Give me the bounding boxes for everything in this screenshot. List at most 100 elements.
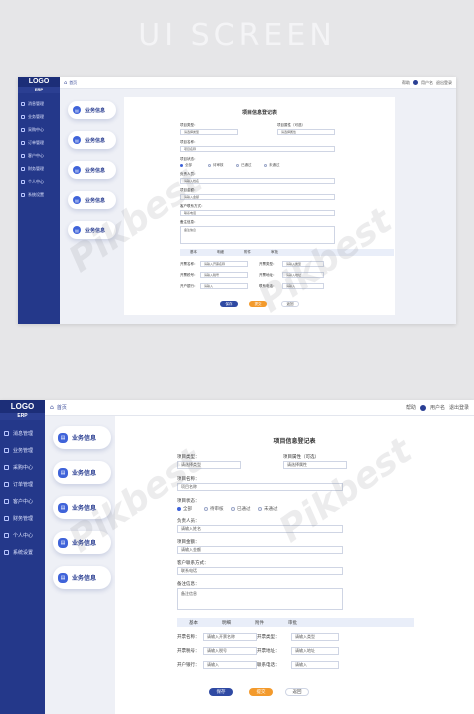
business-card[interactable]: ▤ 业务信息: [53, 496, 111, 519]
breadcrumb-label: 首页: [69, 79, 78, 85]
tab-item[interactable]: 附件: [243, 620, 276, 626]
sidebar-item[interactable]: 业务管理: [0, 442, 45, 459]
save-button[interactable]: 保存: [220, 301, 238, 307]
business-card[interactable]: ▤ 业务信息: [53, 566, 111, 589]
business-card[interactable]: ▤ 业务信息: [53, 461, 111, 484]
business-card[interactable]: ▤ 业务信息: [68, 191, 116, 209]
logout-link[interactable]: 退出登录: [436, 80, 452, 86]
remark-textarea[interactable]: 备注信息: [177, 588, 343, 610]
owner-input[interactable]: 请输入姓名: [180, 178, 335, 184]
sub-label: 开票类型：: [257, 635, 280, 640]
sidebar-item[interactable]: 消息管理: [18, 97, 60, 110]
form-panel: 项目信息登记表 项目类型： 项目属性（可选） 请选择类型 请选择属性 项目名称：…: [115, 416, 474, 714]
business-card[interactable]: ▤ 业务信息: [68, 161, 116, 179]
sidebar-item[interactable]: 消息管理: [0, 425, 45, 442]
cancel-button[interactable]: 返回: [281, 301, 299, 307]
type-select[interactable]: 请选择类型: [177, 461, 241, 469]
tab-item[interactable]: 附件: [234, 250, 261, 255]
breadcrumb[interactable]: ⌂ 首页: [64, 80, 77, 86]
sub-input[interactable]: 请输入: [203, 661, 257, 669]
wallet-icon: [21, 166, 25, 171]
sub-input[interactable]: 请输入税号: [203, 647, 257, 655]
status-radio[interactable]: 已通过: [231, 506, 251, 512]
amount-input[interactable]: 请输入金额: [177, 546, 343, 554]
radio-label: 待审核: [213, 163, 224, 167]
tab-item[interactable]: 基本: [177, 620, 210, 626]
tab-item[interactable]: 明细: [207, 250, 234, 255]
label-contact: 客户联系方式：: [177, 561, 209, 566]
attr-select[interactable]: 请选择属性: [277, 129, 335, 135]
user-name[interactable]: 用户名: [430, 404, 445, 411]
sub-tabs: 基本 明细 附件 审批: [177, 618, 414, 627]
sub-input[interactable]: 请输入: [282, 283, 324, 289]
sidebar-item[interactable]: 业务管理: [18, 110, 60, 123]
status-radio[interactable]: 待审核: [204, 506, 224, 512]
status-radio[interactable]: 未通过: [258, 506, 278, 512]
sidebar-item[interactable]: 客户中心: [0, 493, 45, 510]
submit-button[interactable]: 提交: [249, 301, 267, 307]
sub-input[interactable]: 请输入类型: [282, 261, 324, 267]
business-card[interactable]: ▤ 业务信息: [68, 221, 116, 239]
submit-button[interactable]: 提交: [249, 688, 273, 696]
attr-select[interactable]: 请选择属性: [283, 461, 347, 469]
tab-item[interactable]: 明细: [210, 620, 243, 626]
sub-input[interactable]: 请输入地址: [282, 272, 324, 278]
owner-input[interactable]: 请输入姓名: [177, 525, 343, 533]
name-input[interactable]: 项目名称: [180, 146, 335, 152]
form-panel: 项目信息登记表 项目类型： 项目属性（可选） 请选择类型 请选择属性 项目名称：…: [124, 97, 395, 315]
sub-input[interactable]: 请输入地址: [291, 647, 339, 655]
contact-input[interactable]: 联系电话: [177, 567, 343, 575]
sub-input[interactable]: 请输入开票名称: [203, 633, 257, 641]
avatar[interactable]: [413, 80, 418, 85]
order-icon: [4, 482, 9, 487]
business-card[interactable]: ▤ 业务信息: [53, 531, 111, 554]
sidebar-item[interactable]: 订单管理: [18, 136, 60, 149]
business-card[interactable]: ▤ 业务信息: [68, 101, 116, 119]
sidebar-item[interactable]: 订单管理: [0, 476, 45, 493]
amount-input[interactable]: 请输入金额: [180, 194, 335, 200]
status-radio[interactable]: 已通过: [236, 163, 252, 168]
business-card[interactable]: ▤ 业务信息: [68, 131, 116, 149]
tab-item[interactable]: 基本: [180, 250, 207, 255]
breadcrumb[interactable]: ⌂ 首页: [50, 404, 67, 411]
name-input[interactable]: 项目名称: [177, 483, 343, 491]
sidebar-item-label: 财务管理: [13, 516, 34, 522]
contact-input[interactable]: 联系电话: [180, 210, 335, 216]
label-remark: 备注信息：: [177, 582, 200, 587]
sub-input[interactable]: 请输入: [200, 283, 248, 289]
logout-link[interactable]: 退出登录: [449, 404, 469, 411]
tab-item[interactable]: 审批: [261, 250, 288, 255]
sub-input[interactable]: 请输入税号: [200, 272, 248, 278]
sidebar-item[interactable]: 个人中心: [18, 175, 60, 188]
help-link[interactable]: 帮助: [406, 404, 416, 411]
type-select[interactable]: 请选择类型: [180, 129, 238, 135]
status-radio[interactable]: 全部: [177, 506, 192, 512]
sub-input[interactable]: 请输入开票名称: [200, 261, 248, 267]
sub-label: 联系电话：: [257, 663, 280, 668]
business-card[interactable]: ▤ 业务信息: [53, 426, 111, 449]
avatar[interactable]: [419, 404, 426, 411]
status-radio[interactable]: 全部: [180, 163, 192, 168]
sidebar-item[interactable]: 采购中心: [0, 459, 45, 476]
sidebar-item[interactable]: 财务管理: [0, 510, 45, 527]
status-radio[interactable]: 待审核: [208, 163, 224, 168]
user-name[interactable]: 用户名: [421, 80, 433, 86]
doc-icon: [4, 448, 9, 453]
sidebar-item[interactable]: 系统设置: [18, 188, 60, 201]
sub-input[interactable]: 请输入: [291, 661, 339, 669]
sidebar-item[interactable]: 系统设置: [0, 544, 45, 561]
save-button[interactable]: 保存: [209, 688, 233, 696]
cancel-button[interactable]: 返回: [285, 688, 309, 696]
doc-icon: ▤: [58, 537, 68, 548]
help-link[interactable]: 帮助: [402, 80, 410, 86]
tab-item[interactable]: 审批: [276, 620, 309, 626]
sub-input[interactable]: 请输入类型: [291, 633, 339, 641]
status-radio[interactable]: 未通过: [264, 163, 280, 168]
sidebar-item[interactable]: 个人中心: [0, 527, 45, 544]
remark-textarea[interactable]: 备注信息: [180, 226, 335, 244]
radio-circle: [177, 507, 181, 511]
sub-label: 开票名称：: [177, 635, 200, 640]
sidebar-item[interactable]: 客户中心: [18, 149, 60, 162]
sidebar-item[interactable]: 采购中心: [18, 123, 60, 136]
sidebar-item[interactable]: 财务管理: [18, 162, 60, 175]
